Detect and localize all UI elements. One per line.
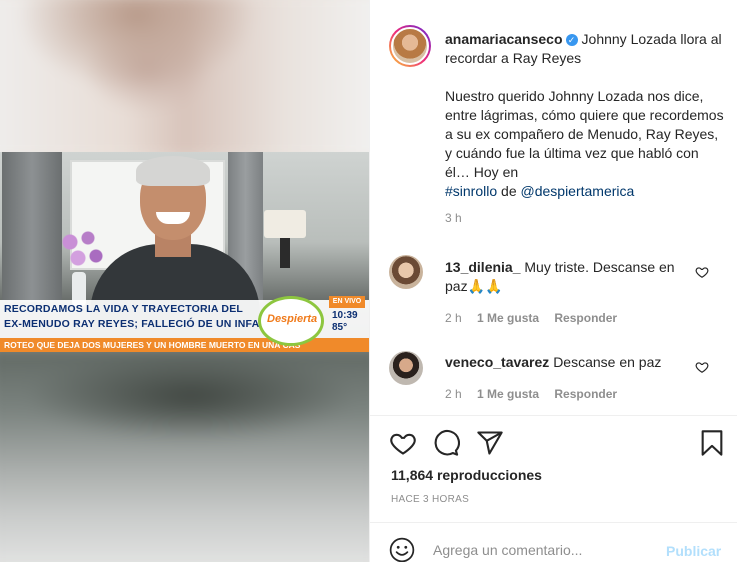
comment-username[interactable]: 13_dilenia_: [445, 259, 521, 275]
comment-text: Descanse en paz: [553, 354, 662, 370]
comment-age[interactable]: 2 h: [445, 311, 462, 325]
comment-icon[interactable]: [432, 429, 460, 457]
comment-age[interactable]: 2 h: [445, 387, 462, 401]
heart-icon[interactable]: [389, 429, 417, 457]
comment-meta: 2 h 1 Me gusta Responder: [445, 311, 629, 325]
headline-line-1: RECORDAMOS LA VIDA Y TRAYECTORIA DEL: [4, 303, 244, 315]
comment-likes[interactable]: 1 Me gusta: [477, 311, 539, 325]
video-frame[interactable]: RECORDAMOS LA VIDA Y TRAYECTORIA DEL EX-…: [0, 152, 369, 352]
curtain-left: [2, 152, 62, 302]
comment-username[interactable]: veneco_tavarez: [445, 354, 549, 370]
divider: [370, 522, 737, 523]
broadcast-temperature: 85°: [332, 322, 348, 333]
hashtag-link[interactable]: #sinrollo: [445, 183, 497, 199]
commenter-avatar[interactable]: [389, 351, 423, 385]
person-hair: [136, 156, 210, 186]
tv-lower-third: RECORDAMOS LA VIDA Y TRAYECTORIA DEL EX-…: [0, 296, 369, 352]
blurred-background-bottom: [0, 341, 369, 562]
post-caption: anamariacanseco ✓ Johnny Lozada llora al r…: [445, 30, 725, 228]
verified-icon: ✓: [565, 34, 578, 46]
publish-button[interactable]: Publicar: [666, 543, 721, 559]
caption-connector: de: [501, 183, 517, 199]
comment-like-heart-icon[interactable]: [695, 265, 709, 279]
comment-item: veneco_tavarez Descanse en paz: [445, 353, 700, 372]
lamp: [264, 210, 306, 238]
comment-item: 13_dilenia_ Muy triste. Descanse en paz🙏…: [445, 258, 700, 296]
reply-button[interactable]: Responder: [554, 311, 617, 325]
lamp-base: [280, 238, 290, 268]
post-age[interactable]: 3 h: [445, 209, 725, 228]
news-ticker: ROTEO QUE DEJA DOS MUJERES Y UN HOMBRE M…: [0, 338, 369, 352]
blurred-background-top: [0, 0, 369, 159]
comment-input[interactable]: [433, 540, 653, 560]
caption-body: Nuestro querido Johnny Lozada nos dice, …: [445, 88, 724, 180]
author-username[interactable]: anamariacanseco: [445, 31, 563, 47]
comment-meta: 2 h 1 Me gusta Responder: [445, 387, 629, 401]
headline-line-2: EX-MENUDO RAY REYES; FALLECIÓ DE UN INFA…: [4, 318, 282, 330]
post-timestamp[interactable]: HACE 3 HORAS: [391, 494, 469, 505]
post-details-panel: anamariacanseco ✓ Johnny Lozada llora al r…: [369, 0, 737, 562]
author-avatar-image: [391, 27, 429, 65]
comment-like-heart-icon[interactable]: [695, 360, 709, 374]
divider: [370, 415, 737, 416]
mention-link[interactable]: @despiertamerica: [521, 183, 635, 199]
show-logo-text: Despierta: [267, 313, 318, 325]
show-logo: Despierta: [258, 296, 324, 346]
live-badge: EN VIVO: [329, 296, 365, 308]
broadcast-time: 10:39: [332, 310, 358, 321]
author-avatar[interactable]: [389, 25, 431, 67]
commenter-avatar[interactable]: [389, 255, 423, 289]
emoji-icon[interactable]: [389, 537, 415, 562]
post-media[interactable]: RECORDAMOS LA VIDA Y TRAYECTORIA DEL EX-…: [0, 0, 369, 562]
reply-button[interactable]: Responder: [554, 387, 617, 401]
comment-likes[interactable]: 1 Me gusta: [477, 387, 539, 401]
view-count[interactable]: 11,864 reproducciones: [391, 467, 542, 483]
orchid-flowers: [58, 230, 106, 276]
bookmark-icon[interactable]: [698, 429, 726, 457]
share-icon[interactable]: [476, 429, 504, 457]
